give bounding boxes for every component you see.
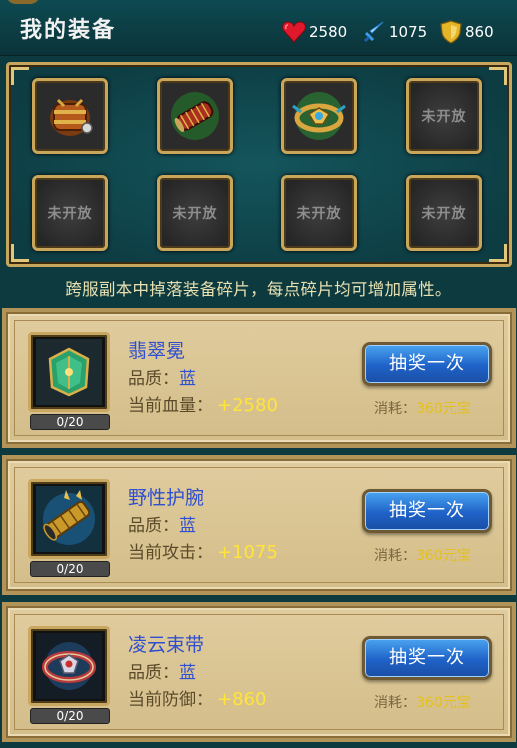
jade-crown-icon <box>36 339 102 405</box>
stat-label: 当前防御： <box>128 690 213 710</box>
header-ornament <box>6 0 40 4</box>
stat-label: 当前攻击： <box>128 543 213 563</box>
locked-label: 未开放 <box>172 206 218 222</box>
equipment-slot-4-locked: 未开放 <box>406 78 482 154</box>
reward-card: 0/20 凌云束带 品质：蓝 当前防御： +860 抽奖一次 消耗：360元宝 <box>2 602 516 742</box>
heart-icon <box>282 21 306 43</box>
corner-ornament <box>489 244 507 262</box>
draw-once-button[interactable]: 抽奖一次 <box>362 489 492 533</box>
locked-label: 未开放 <box>421 109 467 125</box>
bracer-icon <box>171 92 219 140</box>
belt-icon <box>292 92 346 140</box>
wild-bracer-icon <box>36 486 102 552</box>
equipment-slot-6-locked: 未开放 <box>157 175 233 251</box>
equipment-panel: 未开放 未开放 未开放 未开放 未开放 <box>6 62 512 267</box>
fragment-progress: 0/20 <box>30 561 110 577</box>
fragment-progress: 0/20 <box>30 414 110 430</box>
attack-stat: 1075 <box>362 20 427 44</box>
stat-value: +860 <box>217 689 267 710</box>
reward-card: 0/20 翡翠冕 品质：蓝 当前血量： +2580 抽奖一次 消耗：360元宝 <box>2 308 516 448</box>
cost-line: 消耗：360元宝 <box>374 545 471 565</box>
defense-value: 860 <box>465 23 494 41</box>
quality-label: 品质： <box>128 663 179 683</box>
quality-line: 品质：蓝 <box>128 658 196 683</box>
cost-value: 360元宝 <box>416 548 471 564</box>
cost-value: 360元宝 <box>416 695 471 711</box>
locked-label: 未开放 <box>296 206 342 222</box>
corner-ornament <box>11 67 29 85</box>
item-name: 翡翠冕 <box>128 340 186 362</box>
reward-card: 0/20 野性护腕 品质：蓝 当前攻击： +1075 抽奖一次 消耗：360元宝 <box>2 455 516 595</box>
cost-line: 消耗：360元宝 <box>374 398 471 418</box>
equipment-slot-8-locked: 未开放 <box>406 175 482 251</box>
locked-label: 未开放 <box>47 206 93 222</box>
item-icon-frame[interactable] <box>28 332 110 412</box>
current-stat-line: 当前防御： +860 <box>128 685 266 710</box>
attack-value: 1075 <box>389 23 428 41</box>
hp-value: 2580 <box>309 23 348 41</box>
fragment-progress: 0/20 <box>30 708 110 724</box>
cloud-belt-icon <box>36 633 102 699</box>
sword-icon <box>363 21 384 43</box>
equipment-slot-2[interactable] <box>157 78 233 154</box>
cost-label: 消耗： <box>374 695 416 711</box>
equipment-slot-5-locked: 未开放 <box>32 175 108 251</box>
cost-label: 消耗： <box>374 401 416 417</box>
quality-value: 蓝 <box>179 516 196 536</box>
corner-ornament <box>489 67 507 85</box>
header-bar: 我的装备 2580 1075 860 <box>0 0 517 56</box>
current-stat-line: 当前攻击： +1075 <box>128 538 278 563</box>
quality-value: 蓝 <box>179 663 196 683</box>
equipment-slot-3[interactable] <box>281 78 357 154</box>
draw-once-button[interactable]: 抽奖一次 <box>362 636 492 680</box>
item-icon-frame[interactable] <box>28 479 110 559</box>
draw-once-button[interactable]: 抽奖一次 <box>362 342 492 386</box>
hp-stat: 2580 <box>282 20 347 44</box>
equipment-slot-7-locked: 未开放 <box>281 175 357 251</box>
cost-label: 消耗： <box>374 548 416 564</box>
quality-line: 品质：蓝 <box>128 511 196 536</box>
info-text: 跨服副本中掉落装备碎片，每点碎片均可增加属性。 <box>65 280 452 299</box>
chest-armor-icon <box>50 98 93 136</box>
item-icon-frame[interactable] <box>28 626 110 706</box>
locked-label: 未开放 <box>421 206 467 222</box>
current-stat-line: 当前血量： +2580 <box>128 391 278 416</box>
quality-value: 蓝 <box>179 369 196 389</box>
quality-label: 品质： <box>128 516 179 536</box>
stat-value: +2580 <box>217 395 278 416</box>
stat-label: 当前血量： <box>128 396 213 416</box>
cost-value: 360元宝 <box>416 401 471 417</box>
quality-line: 品质：蓝 <box>128 364 196 389</box>
corner-ornament <box>11 244 29 262</box>
cost-line: 消耗：360元宝 <box>374 692 471 712</box>
defense-stat: 860 <box>440 20 494 44</box>
page-title: 我的装备 <box>20 17 117 43</box>
item-name: 凌云束带 <box>128 634 205 656</box>
shield-icon <box>440 20 462 44</box>
stat-value: +1075 <box>217 542 278 563</box>
quality-label: 品质： <box>128 369 179 389</box>
equipment-slot-1[interactable] <box>32 78 108 154</box>
item-name: 野性护腕 <box>128 487 205 509</box>
